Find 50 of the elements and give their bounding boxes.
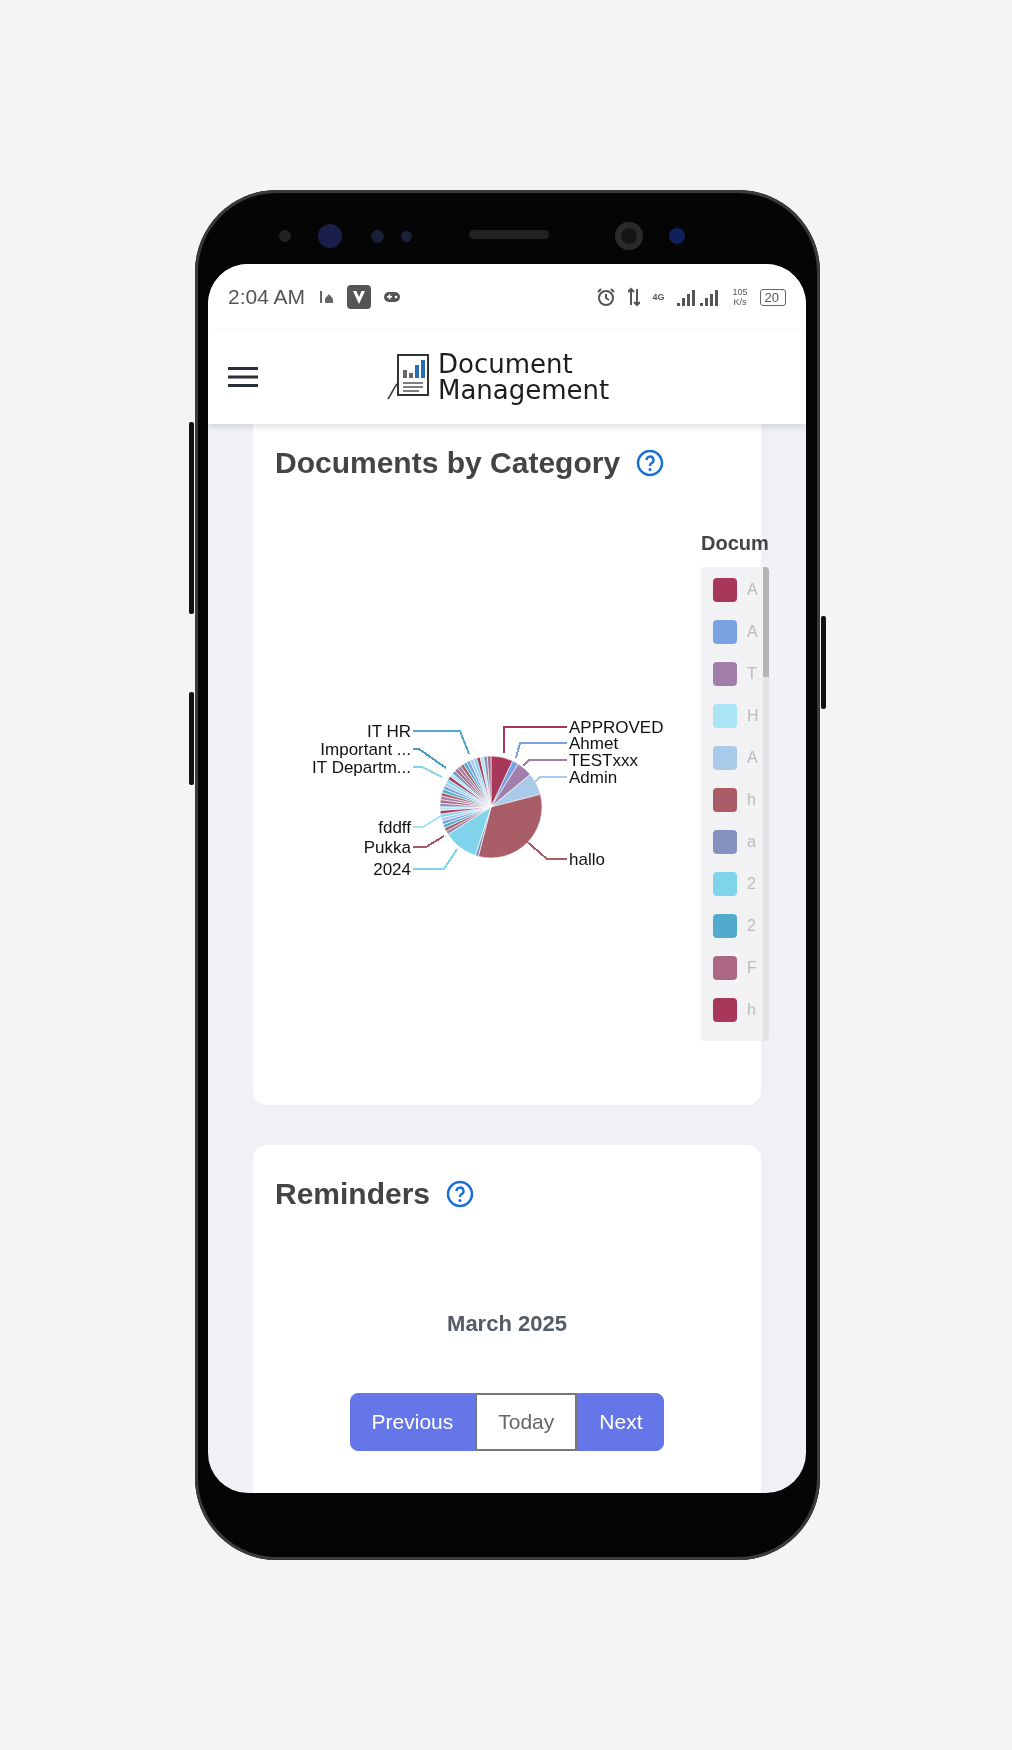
slice-label: APPROVED — [569, 718, 664, 737]
sensor-icon — [371, 230, 384, 243]
calendar-nav-button[interactable]: Next — [577, 1393, 665, 1451]
legend-label: A — [747, 580, 758, 600]
help-icon[interactable] — [636, 449, 665, 477]
sensor-icon — [279, 230, 291, 242]
sensor-icon — [401, 231, 412, 242]
alarm-icon — [596, 287, 617, 307]
logo-text: Document — [438, 351, 574, 377]
slice-label: Important ... — [320, 740, 411, 759]
slice-label: hallo — [569, 850, 605, 869]
calendar-nav-button[interactable]: Today — [475, 1393, 578, 1451]
slice-label: TESTxxx — [569, 751, 638, 770]
menu-icon[interactable] — [228, 366, 258, 388]
slice-label: Ahmet — [569, 734, 619, 753]
status-time: 2:04 AM — [228, 285, 306, 309]
slice-label: IT HR — [366, 722, 411, 741]
legend-label: A — [747, 748, 758, 768]
camera-lens-icon — [615, 222, 643, 250]
legend-label: F — [747, 958, 757, 978]
help-icon[interactable] — [446, 1180, 475, 1208]
logo-icon — [386, 352, 432, 402]
slice-label: Pukka — [363, 838, 411, 857]
legend-label: a — [747, 832, 756, 852]
legend-title: Docum — [701, 531, 770, 556]
gamepad-icon — [383, 291, 402, 303]
slice-label: fddff — [378, 818, 411, 837]
speed-unit: K/s — [733, 297, 747, 307]
signal-icon — [676, 288, 721, 306]
card-title: Reminders — [275, 1177, 431, 1211]
camera-lens-icon — [318, 224, 342, 248]
speed-value: 105 — [732, 287, 748, 297]
battery-level: 20 — [759, 288, 786, 306]
legend-label: 2 — [747, 916, 756, 936]
month-title: March 2025 — [446, 1311, 568, 1337]
slice-label: 2024 — [373, 860, 411, 879]
card-title: Documents by Category — [275, 446, 621, 480]
logo-text: Management — [438, 377, 610, 403]
app-v-icon — [347, 285, 372, 309]
slice-label: Admin — [569, 768, 618, 787]
legend-label: T — [747, 664, 757, 684]
calendar-nav-button[interactable]: Previous — [349, 1393, 476, 1451]
data-arrows-icon — [628, 287, 641, 307]
legend-label: 2 — [747, 874, 756, 894]
legend-label: H — [747, 706, 759, 726]
scrollbar-thumb[interactable] — [763, 567, 769, 677]
slice-label: IT Departm... — [312, 758, 411, 777]
network-type: 4G — [652, 292, 665, 302]
legend-label: A — [747, 622, 758, 642]
sensor-icon — [669, 228, 685, 244]
